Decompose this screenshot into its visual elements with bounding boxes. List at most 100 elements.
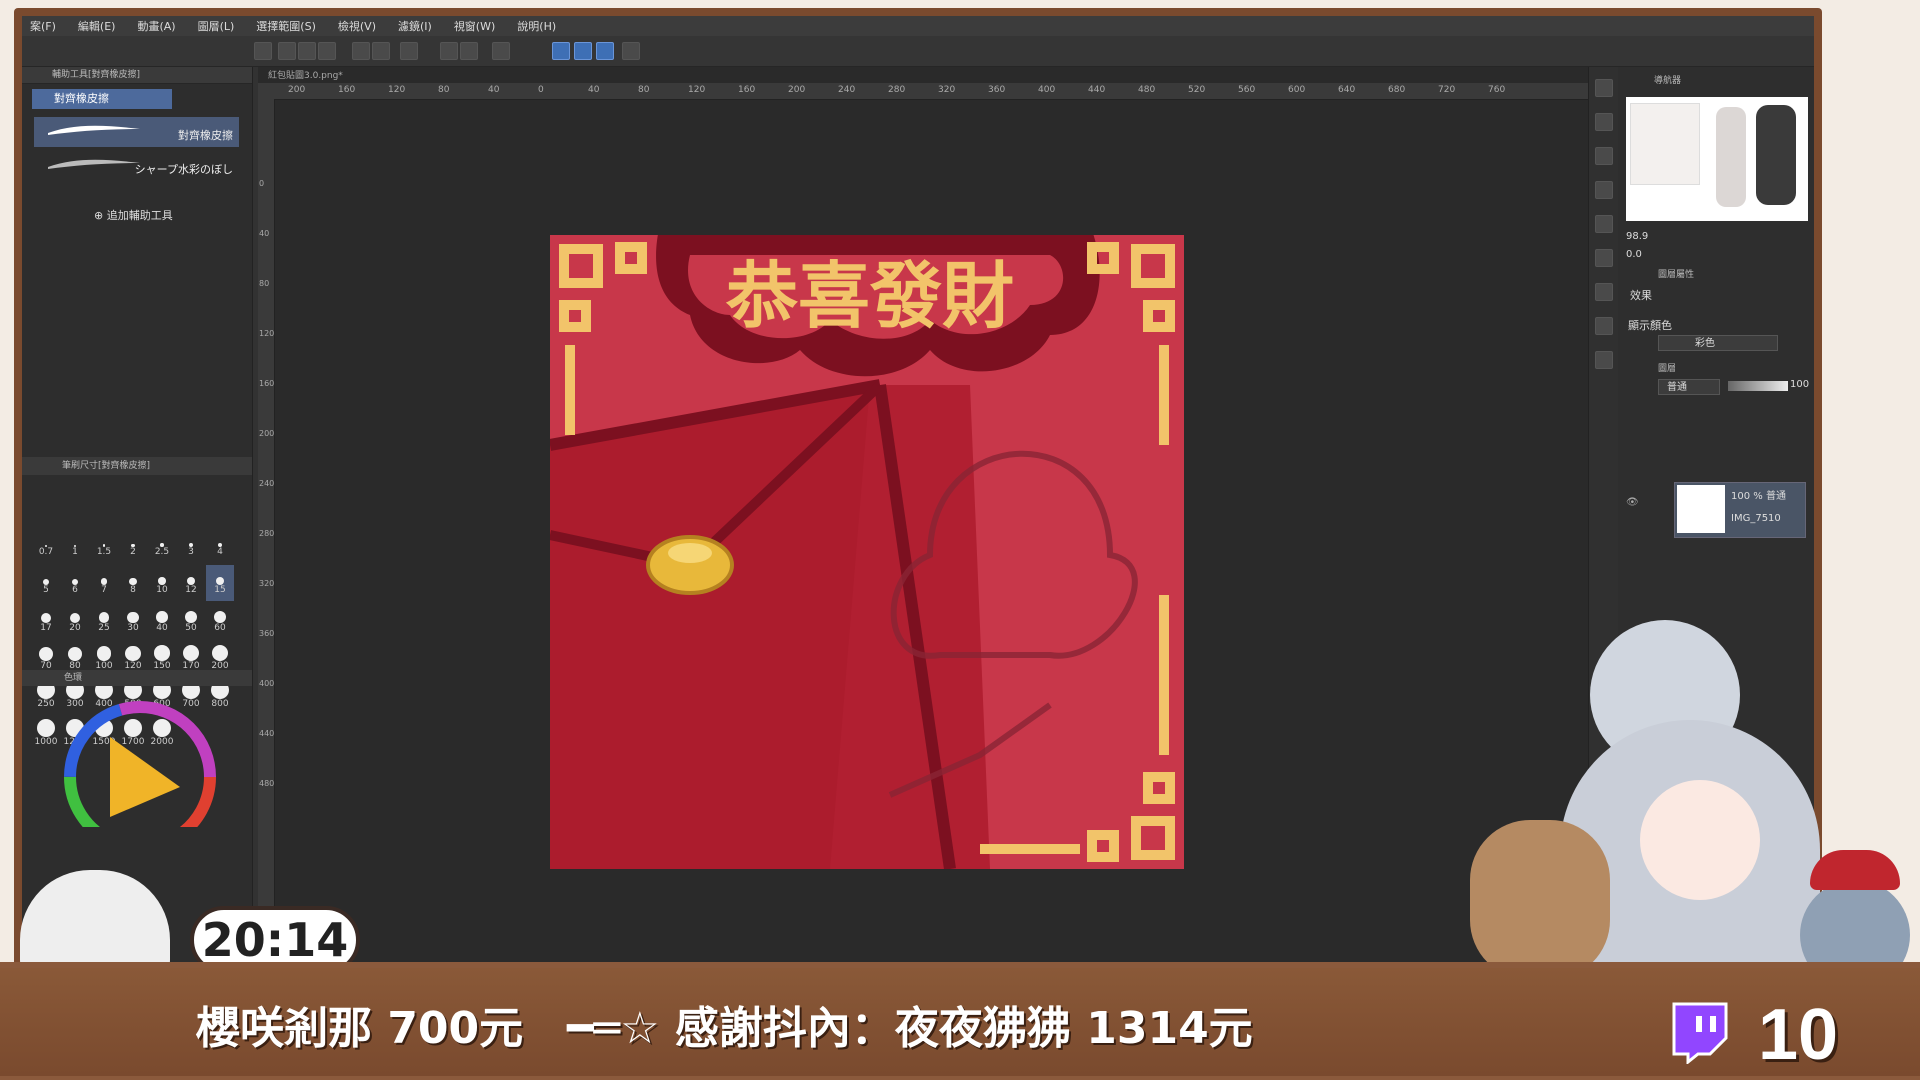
brush-size-label: 2.5 (154, 546, 170, 557)
brush-size-label: 0.7 (38, 547, 54, 557)
save-icon[interactable] (318, 42, 336, 60)
brush-size-option[interactable]: 1.5 (90, 527, 118, 563)
add-subtool-button[interactable]: ⊕ 追加輔助工具 (94, 207, 173, 223)
camera-icon[interactable] (1595, 317, 1613, 335)
brush-size-label: 12 (185, 585, 197, 595)
property-icon[interactable] (1595, 249, 1613, 267)
menu-item[interactable]: 案(F) (22, 18, 70, 34)
brush-size-option[interactable]: 7 (90, 565, 118, 601)
brush-size-dot (158, 577, 166, 585)
brush-size-label: 6 (72, 584, 78, 595)
sub-tool-panel: 輔助工具[對齊橡皮擦] 對齊橡皮擦 對齊橡皮擦 シャープ水彩のぼし ⊕ 追加輔助… (22, 67, 253, 980)
brush-size-option[interactable]: 5 (32, 565, 60, 601)
loading-icon[interactable] (400, 42, 418, 60)
subtool-item-align-eraser[interactable]: 對齊橡皮擦 (34, 117, 239, 147)
ruler-tick-label: 440 (1088, 85, 1106, 95)
menu-item[interactable]: 編輯(E) (70, 18, 130, 34)
brush-size-option[interactable]: 25 (90, 603, 118, 639)
brush-size-option[interactable]: 40 (148, 603, 176, 639)
brush-size-dot (154, 645, 170, 661)
brush-size-label: 17 (40, 623, 52, 633)
menu-item[interactable]: 選擇範圍(S) (248, 18, 330, 34)
ruler-snap-icon[interactable] (552, 42, 570, 60)
redo-icon[interactable] (372, 42, 390, 60)
history-icon[interactable] (1595, 147, 1613, 165)
layer-property-tab[interactable]: 圖層屬性 (1658, 267, 1694, 280)
menu-item[interactable]: 檢視(V) (330, 18, 390, 34)
brush-size-option[interactable]: 12 (177, 565, 205, 601)
brush-size-option[interactable]: 2.5 (148, 527, 176, 563)
new-file-icon[interactable] (278, 42, 296, 60)
brush-size-dot (41, 613, 51, 623)
brush-size-label: 10 (156, 584, 168, 595)
grid-snap-icon[interactable] (596, 42, 614, 60)
layer-icon[interactable] (1595, 215, 1613, 233)
add-subtool-label: 追加輔助工具 (106, 209, 173, 222)
fill-icon[interactable] (440, 42, 458, 60)
menu-item[interactable]: 說明(H) (509, 18, 570, 34)
ruler-tick-label: 640 (1338, 85, 1356, 95)
canvas-tab[interactable]: 紅包貼圖3.0.png* (268, 69, 343, 83)
ruler-tick-label: 80 (638, 85, 650, 95)
special-ruler-snap-icon[interactable] (574, 42, 592, 60)
brush-size-dot (98, 612, 110, 623)
undo-icon[interactable] (352, 42, 370, 60)
menu-item[interactable]: 動畫(A) (129, 18, 189, 34)
brush-size-option[interactable]: 60 (206, 603, 234, 639)
ruler-tick-label: 120 (388, 85, 406, 95)
zoom-icon[interactable] (1595, 79, 1613, 97)
display-color-select[interactable]: 彩色 (1658, 335, 1778, 351)
ruler-tick-label: 360 (988, 85, 1006, 95)
crop-icon[interactable] (460, 42, 478, 60)
brush-size-option[interactable]: 30 (119, 603, 147, 639)
brush-size-option[interactable]: 0.7 (32, 527, 60, 563)
navigator-preview[interactable] (1626, 97, 1808, 221)
opacity-value[interactable]: 100 (1790, 379, 1809, 390)
select-icon[interactable] (492, 42, 510, 60)
brush-size-option[interactable]: 6 (61, 565, 89, 601)
subtool-group-tab[interactable]: 對齊橡皮擦 (32, 89, 172, 109)
banner-text: 恭喜發財 (725, 254, 1014, 338)
subtool-item-sharp-watercolor[interactable]: シャープ水彩のぼし (34, 151, 239, 181)
ruler-tick-label: 280 (259, 529, 275, 538)
brush-stroke-icon (48, 125, 140, 135)
export-icon[interactable] (1595, 351, 1613, 369)
menu-item[interactable]: 圖層(L) (190, 18, 249, 34)
blend-mode-select[interactable]: 普通 (1658, 379, 1720, 395)
brush-size-option[interactable]: 17 (32, 603, 60, 639)
brush-size-option[interactable]: 2 (119, 527, 147, 563)
effect-label: 效果 (1630, 289, 1652, 302)
help-icon[interactable] (622, 42, 640, 60)
subtool-label: シャープ水彩のぼし (134, 163, 233, 176)
search-icon[interactable] (1595, 283, 1613, 301)
rotate-value[interactable]: 0.0 (1626, 249, 1642, 260)
brush-size-option[interactable]: 4 (206, 527, 234, 563)
opacity-slider[interactable] (1728, 381, 1788, 391)
brush-size-option[interactable]: 10 (148, 565, 176, 601)
canvas-tab-label: 紅包貼圖3.0.png* (268, 71, 343, 81)
material-icon[interactable] (1595, 113, 1613, 131)
brush-size-option[interactable]: 20 (61, 603, 89, 639)
brush-size-option[interactable]: 3 (177, 527, 205, 563)
brush-size-label: 4 (217, 546, 223, 557)
close-panel-icon[interactable] (1595, 181, 1613, 199)
menu-item[interactable]: 濾鏡(I) (390, 18, 446, 34)
layer-thumbnail (1677, 485, 1725, 533)
navigator-tab[interactable]: 導航器 (1654, 73, 1681, 86)
brush-size-option[interactable]: 50 (177, 603, 205, 639)
color-wheel[interactable] (50, 697, 230, 827)
app-icon[interactable] (254, 42, 272, 60)
brush-size-option[interactable]: 1 (61, 527, 89, 563)
layer-row[interactable]: 100 % 普通 IMG_7510 (1674, 482, 1806, 538)
ruler-tick-label: 80 (259, 279, 270, 288)
layer-tab[interactable]: 圖層 (1658, 361, 1676, 374)
brush-size-option[interactable]: 8 (119, 565, 147, 601)
brush-size-dot (187, 577, 195, 585)
red-envelope-artwork: 恭喜發財 (550, 235, 1184, 869)
zoom-value[interactable]: 98.9 (1626, 231, 1648, 242)
brush-size-dot (125, 645, 141, 661)
brush-size-option[interactable]: 15 (206, 565, 234, 601)
open-file-icon[interactable] (298, 42, 316, 60)
menu-item[interactable]: 視窗(W) (446, 18, 509, 34)
eye-icon[interactable]: 👁 (1626, 497, 1639, 508)
